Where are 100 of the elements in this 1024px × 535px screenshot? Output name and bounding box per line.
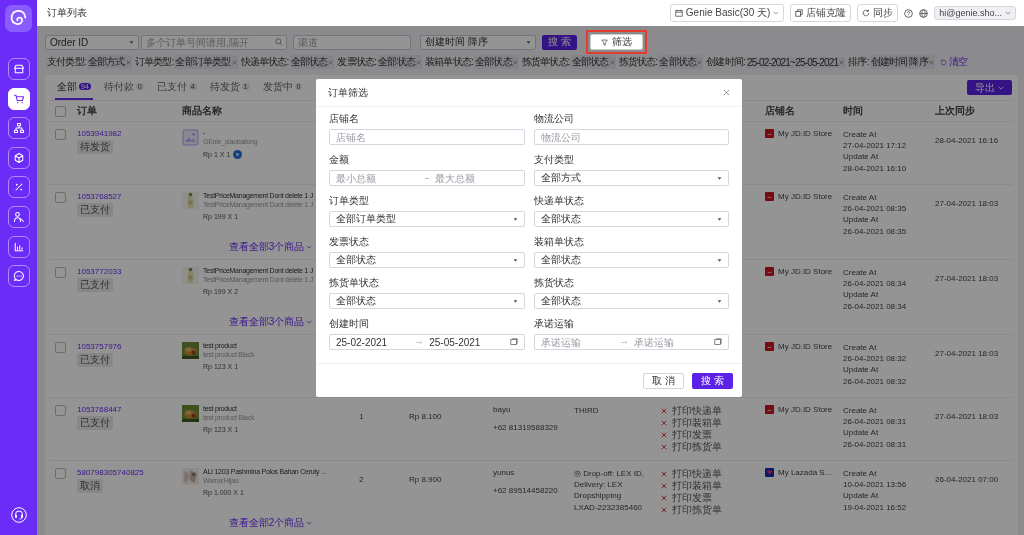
clone-button[interactable]: 店铺克隆 bbox=[790, 4, 852, 22]
plan-dropdown[interactable]: Genie Basic(30 天) bbox=[669, 4, 785, 22]
clear-button[interactable]: 清空 bbox=[939, 55, 968, 69]
select-field[interactable]: 全部订单类型 bbox=[329, 211, 525, 227]
chevron-down-icon bbox=[306, 520, 313, 526]
print-task-label[interactable]: 打印发票 bbox=[672, 428, 712, 442]
print-task-label[interactable]: 打印快递单 bbox=[672, 404, 722, 418]
filter-tag[interactable]: 全部状态 bbox=[289, 55, 335, 69]
select-field[interactable]: 全部状态 bbox=[329, 293, 525, 309]
range-field[interactable]: 最小总额 最大总额 bbox=[329, 170, 525, 186]
print-task-label[interactable]: 打印拣货单 bbox=[672, 503, 722, 517]
checkbox[interactable] bbox=[55, 192, 66, 203]
select-field[interactable]: 全部状态 bbox=[533, 211, 729, 227]
select-field[interactable]: 全部状态 bbox=[329, 252, 525, 268]
logistics-cell-text: THIRD bbox=[574, 405, 600, 417]
sidebar-item[interactable] bbox=[7, 176, 30, 199]
show-all-products-link[interactable]: 查看全部2个商品 bbox=[228, 516, 313, 530]
sidebar-item[interactable] bbox=[7, 146, 30, 169]
close-icon[interactable] bbox=[415, 59, 421, 65]
filter-button[interactable]: 筛选 bbox=[589, 34, 643, 50]
cancel-button[interactable]: 取 消 bbox=[643, 372, 685, 389]
caret-icon bbox=[526, 39, 531, 45]
field-label: 承诺运输 bbox=[533, 318, 574, 329]
last-sync-cell: 27-04-2021 18:03 bbox=[935, 349, 999, 358]
checkbox[interactable] bbox=[55, 405, 66, 416]
search-button[interactable]: 搜 索 bbox=[692, 372, 733, 389]
sidebar-item[interactable] bbox=[7, 58, 30, 80]
close-icon[interactable] bbox=[839, 59, 845, 65]
chevron-down-icon bbox=[306, 244, 313, 250]
export-button[interactable]: 导出 bbox=[967, 80, 1012, 95]
time-cell-text: Create At 26-04-2021 08:32 Update At 26-04-2021 08:32 bbox=[843, 342, 908, 387]
checkbox[interactable] bbox=[55, 129, 66, 140]
date-range-field[interactable]: 承诺运输 承诺运输 bbox=[533, 334, 729, 350]
date-input[interactable]: 承诺运输 bbox=[540, 335, 615, 349]
filter-label: 快递单状态: bbox=[240, 55, 289, 69]
close-icon[interactable] bbox=[723, 89, 730, 96]
print-task-label[interactable]: 打印发票 bbox=[672, 491, 712, 505]
amount-input[interactable]: 最大总额 bbox=[434, 171, 518, 185]
filter-tag[interactable]: 全部状态 bbox=[377, 55, 422, 69]
help-icon[interactable] bbox=[904, 8, 914, 18]
sort-select[interactable]: 创建时间 降序 bbox=[420, 34, 536, 50]
search-icon[interactable] bbox=[275, 38, 283, 46]
select-field[interactable]: 全部方式 bbox=[533, 170, 729, 186]
date-range-field[interactable]: 25-02-2021 25-05-2021 bbox=[329, 334, 525, 350]
print-task-label[interactable]: 打印拣货单 bbox=[672, 440, 722, 454]
sidebar-item[interactable] bbox=[7, 235, 30, 258]
order-link[interactable]: 1053941982 bbox=[77, 129, 122, 138]
text-field[interactable]: 物流公司 bbox=[533, 129, 729, 145]
close-icon[interactable] bbox=[697, 59, 703, 65]
filter-tag[interactable]: 全部状态 bbox=[658, 55, 704, 69]
order-link[interactable]: 1053768447 bbox=[77, 405, 122, 414]
print-task-label[interactable]: 打印装箱单 bbox=[672, 479, 722, 493]
checkbox[interactable] bbox=[55, 267, 66, 278]
search-button[interactable]: 搜 索 bbox=[542, 34, 577, 50]
date-input[interactable]: 25-02-2021 bbox=[336, 335, 411, 349]
text-field[interactable]: 店铺名 bbox=[329, 129, 525, 145]
calendar-icon[interactable] bbox=[509, 338, 518, 346]
order-link[interactable]: 580798305740825 bbox=[77, 468, 144, 477]
headset-icon[interactable] bbox=[10, 507, 27, 523]
close-icon[interactable] bbox=[328, 59, 334, 65]
filter-tag[interactable]: 创建时间 降序 bbox=[869, 55, 935, 69]
filter-tag[interactable]: 全部订单类型 bbox=[174, 55, 238, 69]
date-input[interactable]: 承诺运输 bbox=[633, 335, 708, 349]
search-type-select[interactable]: Order ID bbox=[45, 34, 139, 50]
filter-label: 创建时间: bbox=[706, 55, 745, 69]
order-link[interactable]: 1053757976 bbox=[77, 342, 122, 351]
last-sync-cell: 26-04-2021 07:00 bbox=[935, 475, 999, 484]
globe-icon[interactable] bbox=[919, 8, 929, 18]
checkbox[interactable] bbox=[55, 468, 66, 479]
print-task-label[interactable]: 打印快递单 bbox=[672, 467, 722, 481]
account-dropdown[interactable]: hi@genie.sho... bbox=[934, 6, 1016, 20]
store-logo-icon bbox=[765, 267, 774, 276]
sidebar-item[interactable] bbox=[7, 117, 30, 140]
filter-tag[interactable]: 全部方式 bbox=[86, 55, 132, 69]
sidebar-item[interactable] bbox=[7, 205, 30, 228]
close-icon[interactable] bbox=[928, 59, 934, 65]
amount-input[interactable]: 最小总额 bbox=[336, 171, 419, 185]
select-field[interactable]: 全部状态 bbox=[533, 293, 729, 309]
filter-tag[interactable]: 全部状态 bbox=[473, 55, 519, 69]
order-link[interactable]: 1053768527 bbox=[77, 192, 122, 201]
status-tag: 取消 bbox=[77, 479, 103, 493]
sidebar-item[interactable] bbox=[7, 87, 30, 110]
buyer-phone: +62 81319588329 bbox=[493, 423, 558, 432]
sidebar-item[interactable] bbox=[7, 265, 30, 288]
filter-tag[interactable]: 25-02-2021~25-05-2021 bbox=[745, 56, 846, 68]
show-all-products-link[interactable]: 查看全部3个商品 bbox=[228, 240, 313, 254]
filter-tag[interactable]: 全部状态 bbox=[570, 55, 616, 69]
print-task-label[interactable]: 打印装箱单 bbox=[672, 416, 722, 430]
close-icon[interactable] bbox=[231, 59, 237, 65]
select-field[interactable]: 全部状态 bbox=[533, 252, 729, 268]
calendar-icon[interactable] bbox=[714, 338, 722, 346]
checkbox[interactable] bbox=[55, 342, 66, 353]
checkbox[interactable] bbox=[55, 105, 66, 117]
show-all-products-link[interactable]: 查看全部3个商品 bbox=[228, 315, 313, 329]
order-link[interactable]: 1053772033 bbox=[77, 267, 122, 276]
sync-button[interactable]: 同步 bbox=[857, 4, 899, 22]
close-icon[interactable] bbox=[512, 59, 518, 65]
close-icon[interactable] bbox=[125, 59, 131, 65]
close-icon[interactable] bbox=[609, 59, 615, 65]
date-input[interactable]: 25-05-2021 bbox=[429, 335, 504, 349]
